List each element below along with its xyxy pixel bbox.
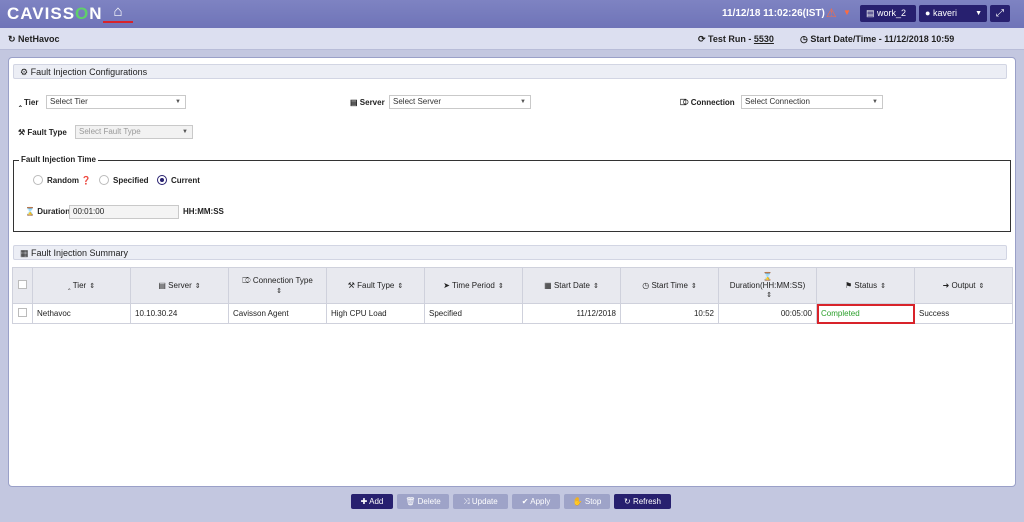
alert-icon[interactable]: ⚠ xyxy=(826,6,837,20)
server-select[interactable]: Select Server ▼ xyxy=(389,95,531,109)
user-button[interactable]: ● kaveri ▼ xyxy=(919,5,987,22)
col-output[interactable]: ➜ Output ⇕ xyxy=(914,267,1013,304)
col-tier[interactable]: ‸ Tier ⇕ xyxy=(32,267,131,304)
chevron-down-icon[interactable]: ▼ xyxy=(843,8,851,17)
help-icon[interactable]: ❓ xyxy=(81,176,91,185)
cell-start-date: 11/12/2018 xyxy=(522,303,621,324)
fault-type-select: Select Fault Type ▼ xyxy=(75,125,193,139)
work-button[interactable]: ▤ work_2 xyxy=(860,5,916,22)
cell-start-time: 10:52 xyxy=(620,303,719,324)
select-all-checkbox[interactable] xyxy=(12,267,33,304)
test-run: ⟳ Test Run - 5530 xyxy=(698,34,774,44)
cell-period: Specified xyxy=(424,303,523,324)
col-status[interactable]: ⚑ Status ⇕ xyxy=(816,267,915,304)
module-title: ↻ NetHavoc xyxy=(8,34,60,44)
connection-select[interactable]: Select Connection ▼ xyxy=(741,95,883,109)
cell-fault: High CPU Load xyxy=(326,303,425,324)
summary-header: ▦ Fault Injection Summary xyxy=(13,245,1007,260)
radio-current[interactable] xyxy=(157,175,167,185)
tier-label: ‸ Tier xyxy=(19,98,39,107)
cell-connection: Cavisson Agent xyxy=(228,303,327,324)
top-bar: CAVISSON ⌂ 11/12/18 11:02:26(IST) ⚠ ▼ ▤ … xyxy=(0,0,1024,28)
delete-button: 🗑 Delete xyxy=(397,494,449,509)
fault-type-label: ⚒ Fault Type xyxy=(18,128,67,137)
radio-specified[interactable] xyxy=(99,175,109,185)
fault-injection-time-legend: Fault Injection Time xyxy=(19,155,98,164)
logo: CAVISSON xyxy=(7,4,103,23)
tier-select[interactable]: Select Tier ▼ xyxy=(46,95,186,109)
radio-random-label: Random ❓ xyxy=(47,176,92,185)
cell-tier: Nethavoc xyxy=(32,303,131,324)
radio-specified-label: Specified xyxy=(113,176,149,185)
add-button[interactable]: ✚ Add xyxy=(351,494,393,509)
col-server[interactable]: ▤ Server ⇕ xyxy=(130,267,229,304)
table-row[interactable]: Nethavoc 10.10.30.24 Cavisson Agent High… xyxy=(12,303,1013,324)
update-button: ⤨ Update xyxy=(453,494,508,509)
radio-random[interactable] xyxy=(33,175,43,185)
main-panel: ⚙ Fault Injection Configurations ‸ Tier … xyxy=(8,57,1016,487)
row-checkbox[interactable] xyxy=(12,303,33,324)
sub-bar: ↻ NetHavoc ⟳ Test Run - 5530 ◷ Start Dat… xyxy=(0,28,1024,50)
duration-format: HH:MM:SS xyxy=(183,207,224,216)
server-label: ▤ Server xyxy=(350,98,385,107)
col-start-date[interactable]: ▦ Start Date ⇕ xyxy=(522,267,621,304)
cell-server: 10.10.30.24 xyxy=(130,303,229,324)
fault-injection-time xyxy=(13,160,1011,232)
datetime: 11/12/18 11:02:26(IST) xyxy=(722,8,825,19)
summary-table: ‸ Tier ⇕ ▤ Server ⇕ ⎄ Connection Type ⇕ ⚒ F… xyxy=(12,267,1013,324)
cell-duration: 00:05:00 xyxy=(718,303,817,324)
refresh-button[interactable]: ↻ Refresh xyxy=(614,494,671,509)
col-time-period[interactable]: ➤ Time Period ⇕ xyxy=(424,267,523,304)
cell-output: Success xyxy=(914,303,1013,324)
expand-icon[interactable]: ⤢ xyxy=(990,5,1010,22)
start-datetime: ◷ Start Date/Time - 11/12/2018 10:59 xyxy=(800,34,955,44)
col-start-time[interactable]: ◷ Start Time ⇕ xyxy=(620,267,719,304)
apply-button: ✔ Apply xyxy=(512,494,560,509)
stop-button: ✋ Stop xyxy=(564,494,610,509)
test-run-link[interactable]: 5530 xyxy=(754,34,774,44)
connection-label: ⎄ Connection xyxy=(680,98,735,107)
home-icon[interactable]: ⌂ xyxy=(103,3,133,23)
config-header: ⚙ Fault Injection Configurations xyxy=(13,64,1007,79)
col-fault-type[interactable]: ⚒ Fault Type ⇕ xyxy=(326,267,425,304)
duration-label: ⌛ Duration xyxy=(25,207,71,216)
col-connection-type[interactable]: ⎄ Connection Type ⇕ xyxy=(228,267,327,304)
radio-current-label: Current xyxy=(171,176,200,185)
duration-input[interactable]: 00:01:00 xyxy=(69,205,179,219)
cell-status: Completed xyxy=(816,303,915,324)
col-duration[interactable]: ⌛ Duration(HH:MM:SS) ⇕ xyxy=(718,267,817,304)
